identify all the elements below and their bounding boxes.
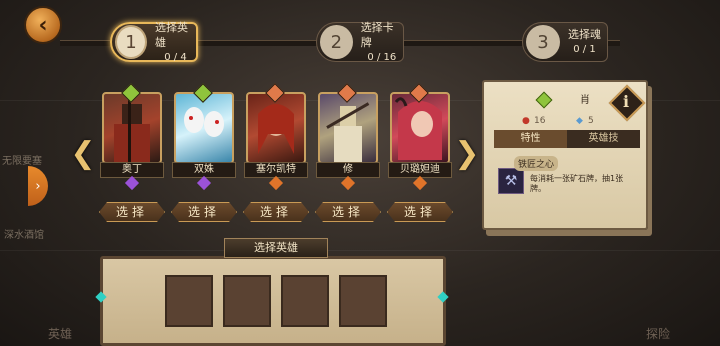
prev-page-arrow-icon[interactable]: ❮ bbox=[70, 134, 96, 172]
hero-slot[interactable] bbox=[223, 275, 271, 327]
step-number: 2 bbox=[320, 25, 353, 59]
step-number: 1 bbox=[115, 25, 147, 59]
step-label: 选择英雄 bbox=[154, 20, 188, 49]
hero-slot[interactable] bbox=[165, 275, 213, 327]
hero-hp-value: 16 bbox=[534, 116, 546, 126]
hero-card-belldandy[interactable]: 贝璐妲迪 bbox=[388, 83, 452, 191]
rarity-gem-icon bbox=[535, 91, 553, 109]
class-pip-icon bbox=[124, 175, 140, 191]
step-progress: 0 / 16 bbox=[367, 51, 397, 63]
hero-card-xiu[interactable]: 修 bbox=[316, 83, 380, 191]
class-pip-icon bbox=[268, 175, 284, 191]
hero-portrait bbox=[318, 92, 378, 164]
hero-portrait bbox=[390, 92, 450, 164]
class-pip-icon bbox=[412, 175, 428, 191]
select-hero-button[interactable]: 选择 bbox=[387, 202, 453, 222]
select-hero-button[interactable]: 选择 bbox=[315, 202, 381, 222]
next-page-arrow-icon[interactable]: ❯ bbox=[454, 134, 480, 172]
anvil-icon: ⚒ bbox=[498, 168, 524, 194]
hero-portrait bbox=[174, 92, 234, 164]
tab-traits[interactable]: 特性 bbox=[494, 130, 567, 148]
step-select-cards[interactable]: 2 选择卡牌 0 / 16 bbox=[316, 20, 404, 63]
step-number: 3 bbox=[526, 25, 560, 59]
select-hero-button[interactable]: 选择 bbox=[171, 202, 237, 222]
hero-info-panel: 肖 i ● 16 ◆ 5 特性 英雄技 ⚒ 铁匠之心 每消耗一张矿石牌，抽1张牌… bbox=[482, 80, 648, 230]
step-select-soul[interactable]: 3 选择魂 0 / 1 bbox=[522, 22, 608, 62]
class-pip-icon bbox=[196, 175, 212, 191]
step-label: 选择魂 bbox=[568, 28, 601, 41]
hero-other-stat: 5 bbox=[588, 116, 594, 126]
hero-slot[interactable] bbox=[281, 275, 329, 327]
map-label-tavern: 深水酒馆 bbox=[4, 230, 44, 241]
class-pip-icon bbox=[340, 175, 356, 191]
info-tabs: 特性 英雄技 bbox=[494, 130, 640, 148]
hero-info-name: 肖 bbox=[580, 95, 590, 106]
step-select-hero[interactable]: 1 选择英雄 0 / 4 bbox=[110, 20, 198, 63]
panel-gem-icon bbox=[437, 291, 449, 303]
hero-portrait bbox=[246, 92, 306, 164]
health-icon: ● bbox=[522, 116, 530, 126]
trait-title: 铁匠之心 bbox=[514, 156, 559, 171]
hero-card-serket[interactable]: 塞尔凯特 bbox=[244, 83, 308, 191]
select-hero-button[interactable]: 选择 bbox=[243, 202, 309, 222]
background-line bbox=[0, 250, 720, 251]
back-arrow-icon: ‹ bbox=[38, 12, 48, 38]
heroes-nav-label: 英雄 bbox=[48, 327, 73, 341]
step-label: 选择卡牌 bbox=[360, 20, 394, 49]
hero-portrait bbox=[102, 92, 162, 164]
energy-icon: ◆ bbox=[576, 116, 583, 126]
selected-heroes-panel bbox=[95, 256, 449, 346]
explore-nav-label: 探险 bbox=[645, 327, 670, 341]
side-expand-tab[interactable]: › bbox=[28, 166, 48, 206]
selected-heroes-title: 选择英雄 bbox=[224, 238, 328, 258]
trait-entry: ⚒ 铁匠之心 每消耗一张矿石牌，抽1张牌。 bbox=[498, 156, 638, 204]
hero-card-odin[interactable]: 奥丁 bbox=[100, 83, 164, 191]
step-progress: 0 / 1 bbox=[573, 44, 596, 55]
trait-description: 每消耗一张矿石牌，抽1张牌。 bbox=[530, 174, 624, 193]
hero-card-twins[interactable]: 双姝 bbox=[172, 83, 236, 191]
panel-gem-icon bbox=[95, 291, 107, 303]
map-label-fortress: 无限要塞 bbox=[2, 156, 42, 167]
back-button[interactable]: ‹ bbox=[24, 6, 62, 44]
tab-hero-skill[interactable]: 英雄技 bbox=[567, 130, 640, 148]
hero-slot[interactable] bbox=[339, 275, 387, 327]
select-hero-button[interactable]: 选择 bbox=[99, 202, 165, 222]
step-progress: 0 / 4 bbox=[164, 51, 187, 63]
info-icon: i bbox=[623, 92, 630, 111]
